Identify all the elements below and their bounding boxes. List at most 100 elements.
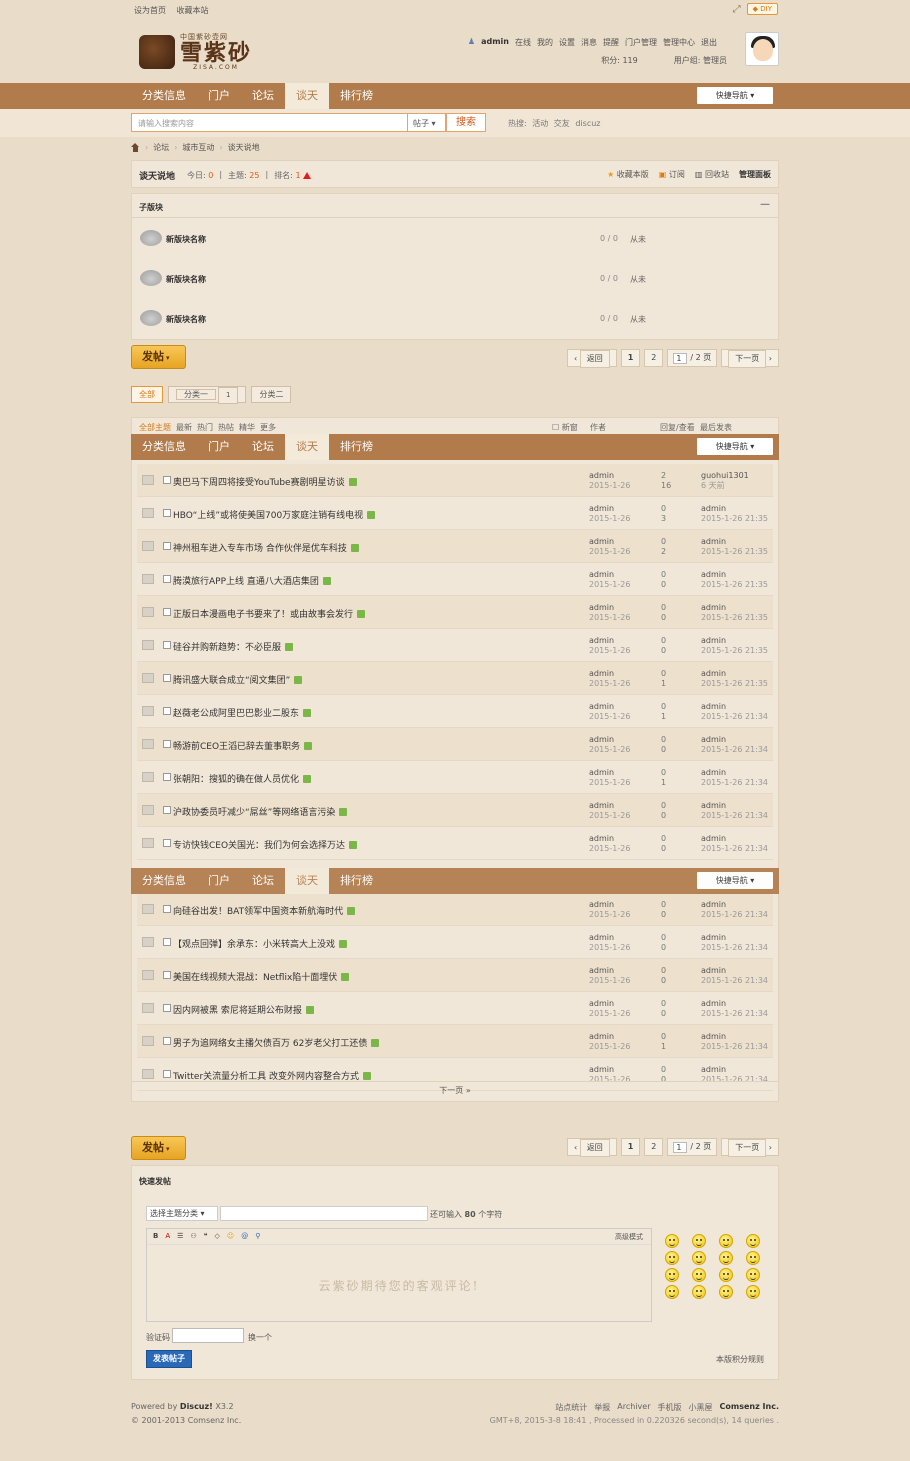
nav-item-classified[interactable]: 分类信息: [131, 434, 197, 460]
thread-title-link[interactable]: 正版日本漫画电子书要来了！或由故事会发行: [173, 607, 366, 620]
footer-report-link[interactable]: 举报: [594, 1402, 610, 1413]
thread-title-link[interactable]: 神州租车进入专车市场 合作伙伴是优车科技: [173, 541, 359, 554]
menu-settings[interactable]: 设置: [559, 37, 575, 48]
table-row[interactable]: 赵薇老公成阿里巴巴影业二股东 admin 2015-1-26 0 1 admin 2015-…: [137, 695, 773, 728]
quick-nav-button[interactable]: 快捷导航 ▾: [697, 87, 773, 104]
subforum-name[interactable]: 新版块名称: [166, 234, 206, 245]
tab-type-2[interactable]: 分类二: [251, 386, 292, 403]
image-icon[interactable]: ☰: [177, 1232, 183, 1241]
menu-admin-center[interactable]: 管理中心: [663, 37, 695, 48]
smiley-icon[interactable]: [692, 1234, 706, 1248]
thread-last-post[interactable]: admin 2015-1-26 21:35: [701, 669, 768, 689]
credit-rules-link[interactable]: 本版积分规则: [716, 1354, 764, 1365]
thread-last-post[interactable]: admin 2015-1-26 21:35: [701, 636, 768, 656]
smiley-icon[interactable]: [719, 1251, 733, 1265]
footer-company-link[interactable]: Comsenz Inc.: [720, 1402, 779, 1413]
hot-link-discuz[interactable]: discuz: [575, 119, 600, 128]
message-editor[interactable]: B A ☰ ⚇ ❝ ◇ ☺ @ ⚲ 高级模式 云紫砂期待您的客观评论!: [146, 1228, 652, 1322]
breadcrumb-city[interactable]: 城市互动: [182, 142, 214, 153]
username-link[interactable]: admin: [481, 37, 509, 48]
smiley-icon[interactable]: [746, 1251, 760, 1265]
smiley-icon[interactable]: [746, 1234, 760, 1248]
smiley-icon[interactable]: [746, 1285, 760, 1299]
user-group[interactable]: 用户组: 管理员: [674, 55, 727, 66]
search-type-select[interactable]: 帖子 ▾: [408, 113, 446, 132]
advanced-mode-link[interactable]: 高级模式: [615, 1232, 643, 1242]
user-points[interactable]: 积分: 119: [601, 55, 638, 66]
thread-checkbox[interactable]: [163, 707, 171, 715]
pager-back-button[interactable]: ‹ 返回: [566, 1138, 617, 1157]
breadcrumb-current[interactable]: 谈天说地: [228, 142, 260, 153]
table-row[interactable]: 奥巴马下周四将接受YouTube赛剧明星访谈 admin 2015-1-26 2 16 g…: [137, 464, 773, 497]
thread-title-link[interactable]: 男子为追网络女主播欠债百万 62岁老父打工还债: [173, 1036, 380, 1049]
thread-last-post[interactable]: admin 2015-1-26 21:35: [701, 570, 768, 590]
smiley-icon[interactable]: [692, 1285, 706, 1299]
home-icon[interactable]: [131, 143, 140, 152]
set-home-link[interactable]: 设为首页: [134, 6, 166, 15]
link-icon[interactable]: ⚇: [190, 1232, 196, 1241]
thread-title-link[interactable]: 腾漠旅行APP上线 直通八大酒店集团: [173, 574, 331, 587]
thread-checkbox[interactable]: [163, 938, 171, 946]
nav-item-forum[interactable]: 论坛: [241, 868, 285, 894]
expand-icon[interactable]: ⤢: [733, 4, 741, 15]
site-logo[interactable]: 中国紫砂壶网 雪紫砂 ZISA.COM: [139, 32, 252, 71]
thread-author[interactable]: admin 2015-1-26: [589, 999, 630, 1019]
thread-title-link[interactable]: 沪政协委员吁减少“屌丝”等网络语言污染: [173, 805, 348, 818]
thread-checkbox[interactable]: [163, 1037, 171, 1045]
menu-messages[interactable]: 消息: [581, 37, 597, 48]
thread-author[interactable]: admin 2015-1-26: [589, 1032, 630, 1052]
pager-page-2[interactable]: 2: [644, 349, 664, 367]
thread-author[interactable]: admin 2015-1-26: [589, 471, 630, 491]
code-icon[interactable]: ◇: [214, 1232, 219, 1241]
thread-author[interactable]: admin 2015-1-26: [589, 735, 630, 755]
subforum-row[interactable]: 新版块名称 0 / 0 从未: [132, 298, 778, 338]
nav-item-chat[interactable]: 谈天: [285, 434, 329, 460]
thread-last-post[interactable]: admin 2015-1-26 21:34: [701, 1032, 768, 1052]
thread-title-link[interactable]: 【观点回弹】余承东：小米转高大上没戏: [173, 937, 348, 950]
nav-item-classified[interactable]: 分类信息: [131, 868, 197, 894]
thread-author[interactable]: admin 2015-1-26: [589, 966, 630, 986]
hot-link-friends[interactable]: 交友: [554, 119, 570, 128]
thread-last-post[interactable]: admin 2015-1-26 21:34: [701, 735, 768, 755]
thread-checkbox[interactable]: [163, 1004, 171, 1012]
discuz-link[interactable]: Discuz!: [180, 1402, 213, 1411]
thread-last-post[interactable]: guohui1301 6 天前: [701, 471, 749, 491]
table-row[interactable]: 腾讯盛大联合成立“阅文集团” admin 2015-1-26 0 1 admin 2015-…: [137, 662, 773, 695]
subforum-row[interactable]: 新版块名称 0 / 0 从未: [132, 258, 778, 298]
nav-item-chat[interactable]: 谈天: [285, 868, 329, 894]
submit-post-button[interactable]: 发表帖子: [146, 1350, 192, 1368]
thread-author[interactable]: admin 2015-1-26: [589, 933, 630, 953]
table-row[interactable]: 沪政协委员吁减少“屌丝”等网络语言污染 admin 2015-1-26 0 0 admin…: [137, 794, 773, 827]
thread-author[interactable]: admin 2015-1-26: [589, 570, 630, 590]
thread-last-post[interactable]: admin 2015-1-26 21:35: [701, 603, 768, 623]
quote-icon[interactable]: ❝: [204, 1232, 208, 1241]
subscribe-button[interactable]: ▣ 订阅: [659, 169, 685, 180]
thread-last-post[interactable]: admin 2015-1-26 21:34: [701, 966, 768, 986]
table-row[interactable]: 美国在线视频大混战：Netflix陷十面埋伏 admin 2015-1-26 0 0 ad…: [137, 959, 773, 992]
pager-page-1[interactable]: 1: [620, 349, 641, 367]
smiley-icon[interactable]: [746, 1268, 760, 1282]
thread-checkbox[interactable]: [163, 542, 171, 550]
thread-last-post[interactable]: admin 2015-1-26 21:34: [701, 933, 768, 953]
hot-link-activity[interactable]: 活动: [532, 119, 548, 128]
col-last-post[interactable]: 最后发表: [700, 422, 732, 433]
thread-last-post[interactable]: admin 2015-1-26 21:34: [701, 834, 768, 854]
subject-input[interactable]: [220, 1206, 428, 1221]
table-row[interactable]: 硅谷并购新趋势：不必臣服 admin 2015-1-26 0 0 admin 2015-1-…: [137, 629, 773, 662]
filter-all[interactable]: 全部主题: [139, 422, 171, 433]
smiley-icon[interactable]: [692, 1251, 706, 1265]
thread-checkbox[interactable]: [163, 641, 171, 649]
favorite-forum-button[interactable]: ★ 收藏本版: [607, 169, 649, 180]
thread-title-link[interactable]: 因内网被黑 索尼将延期公布财报: [173, 1003, 314, 1016]
thread-author[interactable]: admin 2015-1-26: [589, 669, 630, 689]
avatar[interactable]: [745, 32, 779, 66]
filter-hot[interactable]: 热帖: [218, 422, 234, 433]
smiley-icon[interactable]: [719, 1285, 733, 1299]
filter-popular[interactable]: 热门: [197, 422, 213, 433]
diy-button[interactable]: ◆ DIY: [746, 3, 778, 15]
thread-title-link[interactable]: 向硅谷出发！BAT领军中国资本新航海时代: [173, 904, 356, 917]
bold-icon[interactable]: B: [153, 1232, 158, 1241]
smiley-icon[interactable]: [665, 1285, 679, 1299]
thread-checkbox[interactable]: [163, 509, 171, 517]
online-status[interactable]: 在线: [515, 37, 531, 48]
